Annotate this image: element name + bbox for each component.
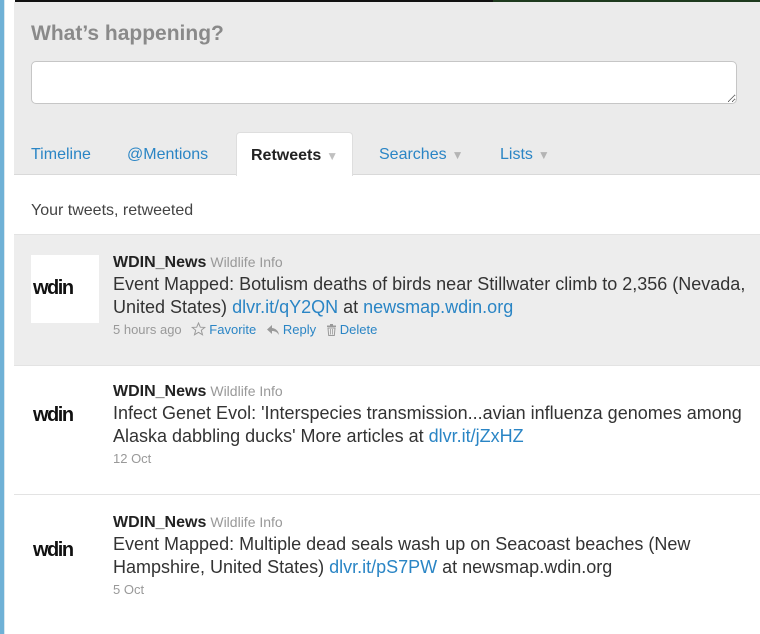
- full-name: Wildlife Info: [210, 383, 283, 399]
- reply-arrow-icon: [266, 322, 280, 337]
- favorite-button[interactable]: Favorite: [191, 321, 257, 337]
- tweet-text-segment: at newsmap.wdin.org: [437, 557, 613, 577]
- twitter-page: What’s happening? Timeline @Mentions Ret…: [0, 0, 760, 634]
- section-heading: Your tweets, retweeted: [31, 202, 194, 219]
- tweet-meta: 12 Oct: [113, 451, 748, 466]
- tab-lists[interactable]: Lists ▼: [500, 132, 550, 175]
- tweet-link[interactable]: dlvr.it/qY2QN: [232, 297, 338, 317]
- tweet-text-segment: at: [338, 297, 364, 317]
- tweet-link[interactable]: newsmap.wdin.org: [363, 297, 513, 317]
- tweet-meta: 5 hours ago Favorite Reply Delete: [113, 321, 748, 337]
- star-icon: [191, 321, 207, 337]
- delete-button[interactable]: Delete: [326, 322, 378, 337]
- screen-name-link[interactable]: WDIN_News: [113, 254, 206, 271]
- tweet-meta: 5 Oct: [113, 582, 748, 597]
- avatar[interactable]: wdin: [31, 255, 99, 323]
- wdin-logo: wdin: [33, 277, 74, 299]
- tweet-item[interactable]: wdin WDIN_News Wildlife Info Event Mapped…: [14, 234, 760, 365]
- tweet-body: WDIN_News Wildlife Info Infect Genet Evol…: [113, 382, 748, 466]
- reply-button[interactable]: Reply: [266, 322, 316, 337]
- full-name: Wildlife Info: [210, 514, 283, 530]
- delete-label: Delete: [339, 322, 378, 337]
- tweet-item[interactable]: wdin WDIN_News Wildlife Info Infect Genet…: [14, 365, 760, 494]
- tab-mentions[interactable]: @Mentions: [127, 132, 208, 175]
- avatar[interactable]: wdin: [31, 517, 99, 585]
- caret-down-icon: ▼: [537, 148, 550, 162]
- tweet-text: Infect Genet Evol: 'Interspecies transmi…: [113, 402, 748, 448]
- tweet-link[interactable]: dlvr.it/pS7PW: [329, 557, 437, 577]
- tweet-body: WDIN_News Wildlife Info Event Mapped: Mul…: [113, 513, 748, 597]
- caret-down-icon: ▼: [326, 149, 339, 163]
- tab-label: Timeline: [31, 146, 91, 163]
- wdin-logo: wdin: [33, 404, 74, 426]
- screen-name-link[interactable]: WDIN_News: [113, 383, 206, 400]
- tab-label: Lists: [500, 146, 533, 163]
- reply-label: Reply: [282, 322, 317, 337]
- tweet-header: WDIN_News Wildlife Info: [113, 382, 748, 401]
- tweet-header: WDIN_News Wildlife Info: [113, 253, 748, 272]
- tab-label: Retweets: [251, 147, 322, 164]
- tab-label: @Mentions: [127, 146, 209, 163]
- tweet-input[interactable]: [31, 61, 737, 104]
- avatar[interactable]: wdin: [31, 382, 99, 450]
- tweet-text: Event Mapped: Multiple dead seals wash u…: [113, 533, 748, 579]
- caret-down-icon: ▼: [451, 148, 464, 162]
- tweet-item[interactable]: wdin WDIN_News Wildlife Info Event Mapped…: [14, 494, 760, 634]
- tab-searches[interactable]: Searches ▼: [379, 132, 463, 175]
- tweet-timestamp[interactable]: 5 Oct: [113, 582, 144, 597]
- compose-box: What’s happening?: [14, 2, 760, 132]
- favorite-label: Favorite: [209, 322, 257, 337]
- tweet-link[interactable]: dlvr.it/jZxHZ: [429, 426, 524, 446]
- timeline-tabs: Timeline @Mentions Retweets ▼ Searches ▼ L…: [14, 132, 760, 176]
- tweet-body: WDIN_News Wildlife Info Event Mapped: Bot…: [113, 253, 748, 337]
- tweet-text-segment: Infect Genet Evol: 'Interspecies transmi…: [113, 403, 742, 446]
- wdin-logo: wdin: [33, 539, 74, 561]
- tab-retweets[interactable]: Retweets ▼: [236, 132, 354, 176]
- tab-label: Searches: [379, 146, 447, 163]
- full-name: Wildlife Info: [210, 254, 283, 270]
- screen-name-link[interactable]: WDIN_News: [113, 514, 206, 531]
- tweet-header: WDIN_News Wildlife Info: [113, 513, 748, 532]
- tweet-timestamp[interactable]: 5 hours ago: [113, 322, 182, 337]
- tweet-timestamp[interactable]: 12 Oct: [113, 451, 151, 466]
- tweet-text: Event Mapped: Botulism deaths of birds n…: [113, 273, 748, 319]
- compose-title: What’s happening?: [31, 22, 224, 45]
- tab-timeline[interactable]: Timeline: [31, 132, 91, 175]
- trash-icon: [326, 322, 337, 337]
